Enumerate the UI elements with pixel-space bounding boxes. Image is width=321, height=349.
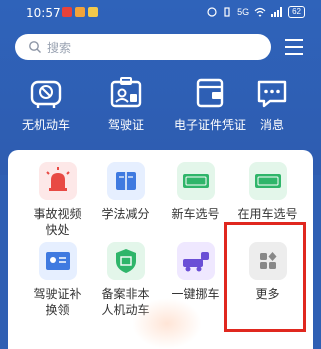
wifi-icon: [254, 7, 266, 17]
book-icon: [106, 162, 145, 200]
network-type: 5G: [237, 7, 250, 17]
license-icon: [110, 77, 142, 108]
blurred-overlay: [132, 298, 202, 349]
system-indicators: 5G 62: [207, 6, 305, 18]
hamburger-menu-icon[interactable]: [283, 37, 305, 57]
quick-action-label: 无机动车: [21, 118, 70, 132]
service-move-car[interactable]: 一键挪车: [158, 242, 233, 302]
used-plate-icon: [248, 162, 287, 200]
quick-actions: 无机动车 驾驶证 电子证件凭证 消息: [0, 76, 321, 138]
app-notification-icon: [88, 7, 98, 17]
status-time: 10:57: [26, 6, 61, 20]
service-label: 驾驶证补: [33, 287, 82, 301]
siren-icon: [38, 162, 77, 200]
license-renew-icon: [38, 242, 77, 280]
quick-action-messages[interactable]: 消息: [232, 76, 312, 133]
service-label: 事故视频: [33, 207, 82, 221]
wallet-icon: [196, 78, 224, 108]
highlight-box: [224, 222, 306, 332]
service-law-study[interactable]: 学法减分: [88, 162, 163, 222]
app-notification-icon: [62, 7, 72, 17]
quick-action-license[interactable]: 驾驶证: [86, 76, 166, 133]
car-icon: [30, 80, 62, 108]
service-new-plate[interactable]: 新车选号: [158, 162, 233, 222]
search-icon: [29, 41, 41, 53]
service-label-line2: 快处: [45, 223, 70, 237]
vibrate-icon: [224, 7, 230, 17]
new-plate-icon: [176, 162, 215, 200]
notification-icons: [62, 7, 98, 17]
service-label: 新车选号: [171, 207, 220, 221]
signal-icon: [271, 7, 283, 17]
battery-indicator: 62: [288, 6, 305, 18]
search-input[interactable]: 搜索: [15, 34, 271, 60]
tow-truck-icon: [176, 242, 215, 280]
message-icon: [257, 80, 287, 108]
record-icon: [106, 242, 145, 280]
service-accident-video[interactable]: 事故视频 快处: [20, 162, 95, 238]
app-notification-icon: [75, 7, 85, 17]
service-label-line2: 换领: [45, 303, 70, 317]
service-license-renew[interactable]: 驾驶证补 换领: [20, 242, 95, 318]
search-row: 搜索: [15, 34, 307, 60]
service-label: 在用车选号: [237, 207, 298, 221]
quick-action-label: 消息: [259, 118, 284, 132]
service-label: 学法减分: [101, 207, 150, 221]
status-bar: 10:57 5G 62: [0, 0, 321, 26]
alarm-icon: [207, 7, 217, 17]
search-placeholder: 搜索: [47, 41, 72, 55]
quick-action-vehicle[interactable]: 无机动车: [6, 76, 86, 133]
service-used-plate[interactable]: 在用车选号: [230, 162, 305, 222]
quick-action-label: 驾驶证: [107, 118, 144, 132]
